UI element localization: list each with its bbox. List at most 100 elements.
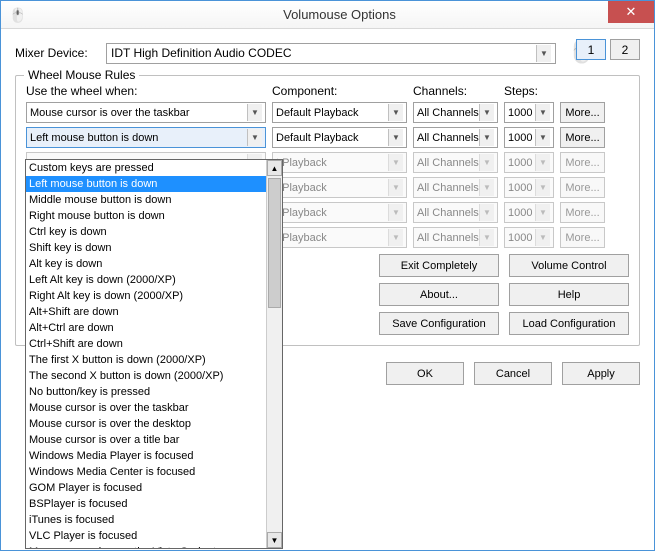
mixer-select[interactable]: IDT High Definition Audio CODEC ▼ <box>106 43 556 64</box>
dropdown-item[interactable]: Mouse cursor is over the Vista Gadgets <box>26 544 282 549</box>
dropdown-item[interactable]: iTunes is focused <box>26 512 282 528</box>
scroll-thumb[interactable] <box>268 178 281 308</box>
tab-2[interactable]: 2 <box>610 39 640 60</box>
save-config-button[interactable]: Save Configuration <box>379 312 499 335</box>
scrollbar[interactable]: ▲ ▼ <box>266 160 282 548</box>
wheel-value: Left mouse button is down <box>30 132 158 144</box>
dropdown-item[interactable]: Windows Media Player is focused <box>26 448 282 464</box>
component-value: t Playback <box>276 157 327 169</box>
chevron-down-icon: ▼ <box>388 229 403 246</box>
dropdown-item[interactable]: No button/key is pressed <box>26 384 282 400</box>
channels-value: All Channels <box>417 207 479 219</box>
channels-select[interactable]: All Channels▼ <box>413 202 498 223</box>
load-config-button[interactable]: Load Configuration <box>509 312 629 335</box>
dropdown-item[interactable]: Windows Media Center is focused <box>26 464 282 480</box>
more-button[interactable]: More... <box>560 127 605 148</box>
chevron-down-icon: ▼ <box>479 204 494 221</box>
channels-select[interactable]: All Channels▼ <box>413 227 498 248</box>
component-select[interactable]: t Playback▼ <box>272 227 407 248</box>
steps-select[interactable]: 1000▼ <box>504 202 554 223</box>
steps-select[interactable]: 1000▼ <box>504 227 554 248</box>
channels-value: All Channels <box>417 232 479 244</box>
component-select[interactable]: t Playback▼ <box>272 202 407 223</box>
apply-button[interactable]: Apply <box>562 362 640 385</box>
dropdown-item[interactable]: Ctrl+Shift are down <box>26 336 282 352</box>
chevron-down-icon: ▼ <box>479 129 494 146</box>
component-select[interactable]: t Playback▼ <box>272 177 407 198</box>
wheel-value: Mouse cursor is over the taskbar <box>30 107 190 119</box>
chevron-down-icon: ▼ <box>535 154 550 171</box>
header-wheel: Use the wheel when: <box>26 84 266 98</box>
dropdown-item[interactable]: Right mouse button is down <box>26 208 282 224</box>
dropdown-item[interactable]: Left Alt key is down (2000/XP) <box>26 272 282 288</box>
column-headers: Use the wheel when: Component: Channels:… <box>26 84 629 98</box>
scroll-down-icon[interactable]: ▼ <box>267 532 282 548</box>
dropdown-item[interactable]: Mouse cursor is over a title bar <box>26 432 282 448</box>
dropdown-item[interactable]: Right Alt key is down (2000/XP) <box>26 288 282 304</box>
channels-select[interactable]: All Channels▼ <box>413 177 498 198</box>
wheel-select[interactable]: Left mouse button is down▼ <box>26 127 266 148</box>
component-select[interactable]: Default Playback ▼ <box>272 127 407 148</box>
dropdown-item[interactable]: Mouse cursor is over the desktop <box>26 416 282 432</box>
component-select[interactable]: t Playback▼ <box>272 152 407 173</box>
steps-value: 1000 <box>508 157 532 169</box>
scroll-up-icon[interactable]: ▲ <box>267 160 282 176</box>
dropdown-item[interactable]: Middle mouse button is down <box>26 192 282 208</box>
chevron-down-icon: ▼ <box>479 154 494 171</box>
steps-value: 1000 <box>508 232 532 244</box>
mixer-value: IDT High Definition Audio CODEC <box>111 46 292 60</box>
dropdown-item[interactable]: BSPlayer is focused <box>26 496 282 512</box>
dropdown-item[interactable]: Alt+Ctrl are down <box>26 320 282 336</box>
chevron-down-icon: ▼ <box>535 204 550 221</box>
more-button: More... <box>560 177 605 198</box>
close-button[interactable]: ✕ <box>608 1 654 23</box>
rule-row: Left mouse button is down▼Default Playba… <box>26 127 629 148</box>
chevron-down-icon: ▼ <box>247 104 262 121</box>
tab-group: 1 2 <box>576 39 640 60</box>
dropdown-item[interactable]: Ctrl key is down <box>26 224 282 240</box>
chevron-down-icon: ▼ <box>479 229 494 246</box>
wheel-dropdown-list[interactable]: Custom keys are pressedLeft mouse button… <box>25 159 283 549</box>
dropdown-item[interactable]: Shift key is down <box>26 240 282 256</box>
dropdown-item[interactable]: The second X button is down (2000/XP) <box>26 368 282 384</box>
dropdown-item[interactable]: VLC Player is focused <box>26 528 282 544</box>
dropdown-item[interactable]: GOM Player is focused <box>26 480 282 496</box>
steps-select[interactable]: 1000▼ <box>504 102 554 123</box>
more-button: More... <box>560 202 605 223</box>
component-value: Default Playback <box>276 107 359 119</box>
steps-select[interactable]: 1000▼ <box>504 152 554 173</box>
channels-select[interactable]: All Channels▼ <box>413 152 498 173</box>
tab-1[interactable]: 1 <box>576 39 606 60</box>
steps-value: 1000 <box>508 207 532 219</box>
about-button[interactable]: About... <box>379 283 499 306</box>
more-button[interactable]: More... <box>560 102 605 123</box>
mixer-row: Mixer Device: IDT High Definition Audio … <box>15 39 640 67</box>
cancel-button[interactable]: Cancel <box>474 362 552 385</box>
app-icon: 🖱️ <box>9 7 25 23</box>
chevron-down-icon: ▼ <box>388 129 403 146</box>
dropdown-item[interactable]: Left mouse button is down <box>26 176 282 192</box>
ok-button[interactable]: OK <box>386 362 464 385</box>
dropdown-item[interactable]: Custom keys are pressed <box>26 160 282 176</box>
volume-control-button[interactable]: Volume Control <box>509 254 629 277</box>
dropdown-item[interactable]: Mouse cursor is over the taskbar <box>26 400 282 416</box>
dropdown-item[interactable]: Alt key is down <box>26 256 282 272</box>
chevron-down-icon: ▼ <box>388 204 403 221</box>
component-select[interactable]: Default Playback▼ <box>272 102 407 123</box>
channels-select[interactable]: All Channels▼ <box>413 127 498 148</box>
dropdown-item[interactable]: The first X button is down (2000/XP) <box>26 352 282 368</box>
steps-value: 1000 <box>508 107 532 119</box>
help-button[interactable]: Help <box>509 283 629 306</box>
steps-select[interactable]: 1000▼ <box>504 177 554 198</box>
channels-value: All Channels <box>417 157 479 169</box>
titlebar: 🖱️ Volumouse Options ✕ <box>1 1 654 29</box>
component-value: Default Playback <box>276 132 359 144</box>
exit-button[interactable]: Exit Completely <box>379 254 499 277</box>
steps-select[interactable]: 1000▼ <box>504 127 554 148</box>
steps-value: 1000 <box>508 182 532 194</box>
channels-value: All Channels <box>417 107 479 119</box>
wheel-select[interactable]: Mouse cursor is over the taskbar ▼ <box>26 102 266 123</box>
fieldset-title: Wheel Mouse Rules <box>24 68 139 82</box>
channels-select[interactable]: All Channels▼ <box>413 102 498 123</box>
dropdown-item[interactable]: Alt+Shift are down <box>26 304 282 320</box>
